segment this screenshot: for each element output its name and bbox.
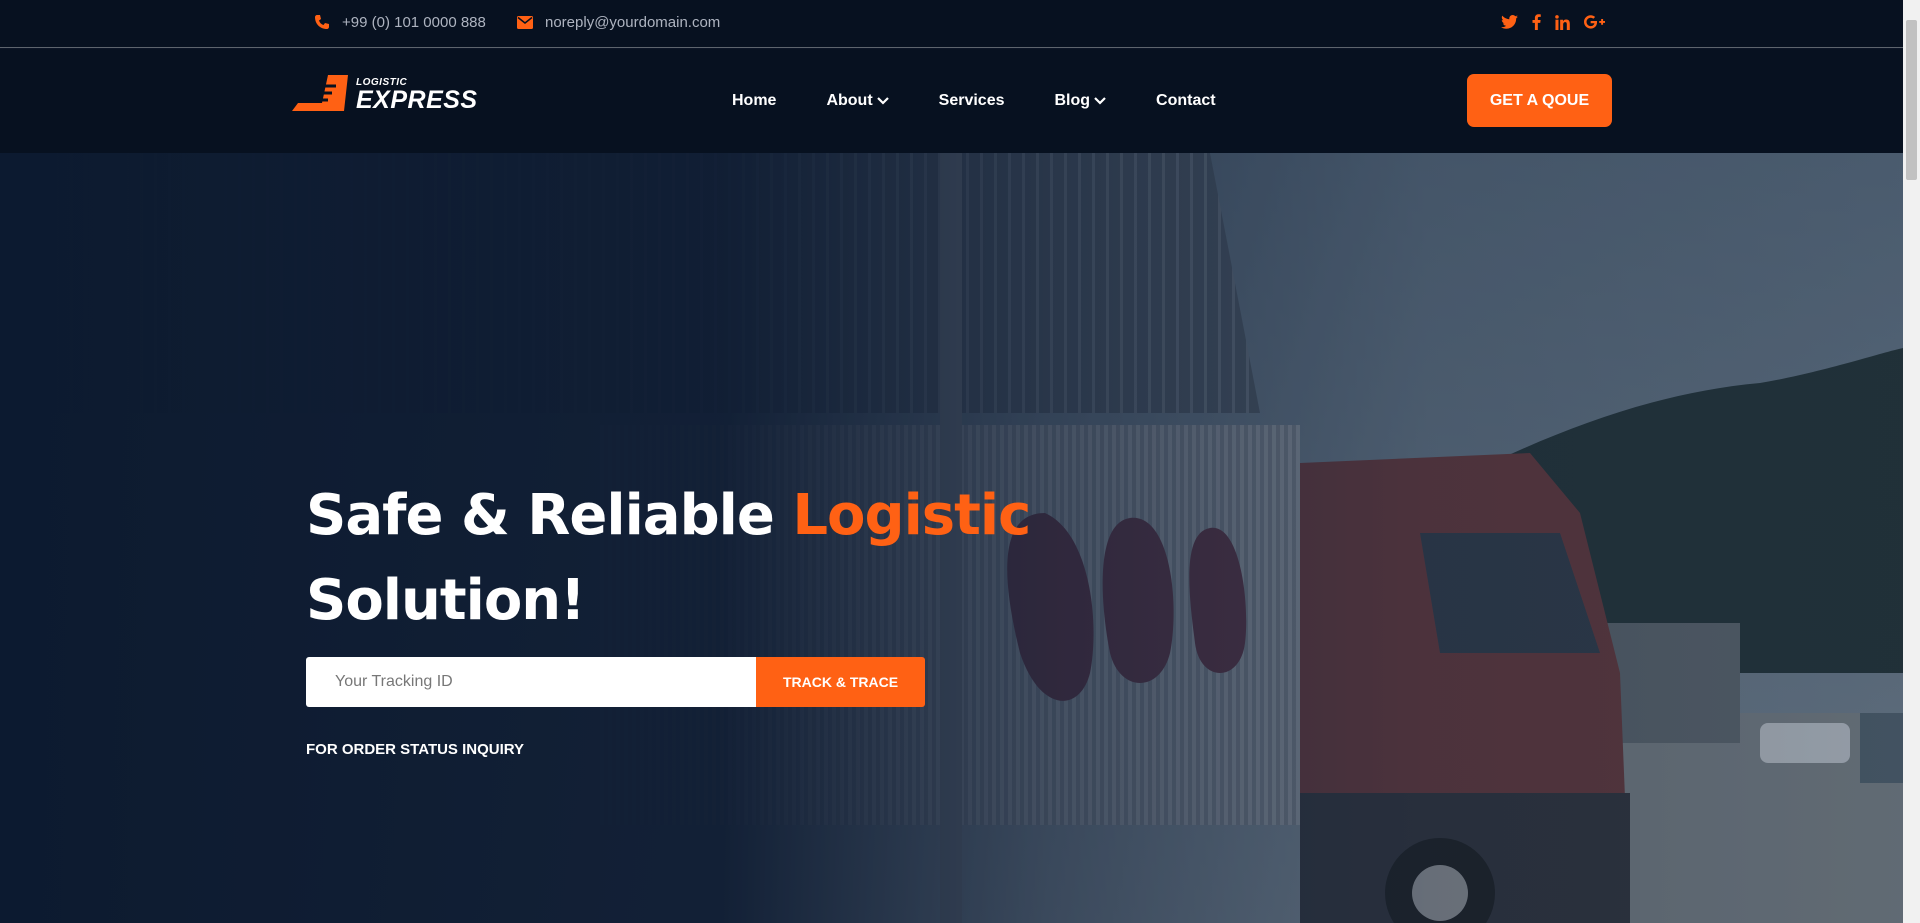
email-address: noreply@yourdomain.com bbox=[545, 13, 721, 31]
logo-big-text: EXPRESS bbox=[356, 86, 478, 114]
tracking-id-input[interactable] bbox=[306, 657, 756, 707]
logo-mark-icon bbox=[292, 73, 348, 118]
nav-home[interactable]: Home bbox=[732, 92, 776, 110]
top-bar: +99 (0) 101 0000 888 noreply@yourdomain.… bbox=[0, 0, 1903, 48]
site-logo[interactable]: LOGISTIC EXPRESS bbox=[292, 73, 478, 118]
social-links bbox=[1501, 0, 1605, 44]
main-nav: Home About Services Blog Contact bbox=[732, 49, 1216, 153]
nav-blog[interactable]: Blog bbox=[1055, 92, 1107, 110]
hero-title-part2: Solution! bbox=[306, 568, 586, 633]
email-contact[interactable]: noreply@yourdomain.com bbox=[517, 0, 720, 44]
chevron-down-icon bbox=[876, 92, 889, 110]
phone-number: +99 (0) 101 0000 888 bbox=[342, 13, 486, 31]
nav-about-label: About bbox=[826, 92, 873, 109]
tracking-form: TRACK & TRACE bbox=[306, 657, 925, 707]
envelope-icon bbox=[517, 15, 533, 29]
track-trace-button[interactable]: TRACK & TRACE bbox=[756, 657, 925, 707]
facebook-icon[interactable] bbox=[1532, 14, 1541, 30]
scrollbar-thumb[interactable] bbox=[1906, 20, 1917, 180]
nav-blog-label: Blog bbox=[1054, 92, 1091, 109]
logo-text: LOGISTIC EXPRESS bbox=[356, 78, 478, 113]
nav-home-label: Home bbox=[732, 92, 777, 109]
order-status-note: FOR ORDER STATUS INQUIRY bbox=[306, 741, 525, 758]
hero-section: Safe & Reliable Logistic Solution! TRACK… bbox=[0, 153, 1903, 923]
hero-title-part1: Safe & Reliable bbox=[306, 483, 793, 548]
chevron-down-icon bbox=[1094, 92, 1106, 110]
hero-title: Safe & Reliable Logistic Solution! bbox=[306, 473, 1031, 643]
nav-contact[interactable]: Contact bbox=[1156, 92, 1216, 110]
main-header: LOGISTIC EXPRESS Home About Services Blo… bbox=[0, 49, 1903, 153]
nav-services[interactable]: Services bbox=[939, 92, 1005, 110]
page-scrollbar[interactable] bbox=[1903, 0, 1920, 923]
nav-services-label: Services bbox=[938, 92, 1005, 109]
google-plus-icon[interactable] bbox=[1584, 15, 1605, 29]
phone-icon bbox=[314, 14, 330, 30]
nav-contact-label: Contact bbox=[1156, 92, 1216, 109]
hero-title-accent: Logistic bbox=[792, 483, 1031, 548]
linkedin-icon[interactable] bbox=[1555, 14, 1570, 30]
phone-contact[interactable]: +99 (0) 101 0000 888 bbox=[314, 0, 486, 44]
get-quote-button[interactable]: GET A QOUE bbox=[1467, 74, 1612, 127]
twitter-icon[interactable] bbox=[1501, 15, 1518, 29]
nav-about[interactable]: About bbox=[826, 92, 889, 110]
